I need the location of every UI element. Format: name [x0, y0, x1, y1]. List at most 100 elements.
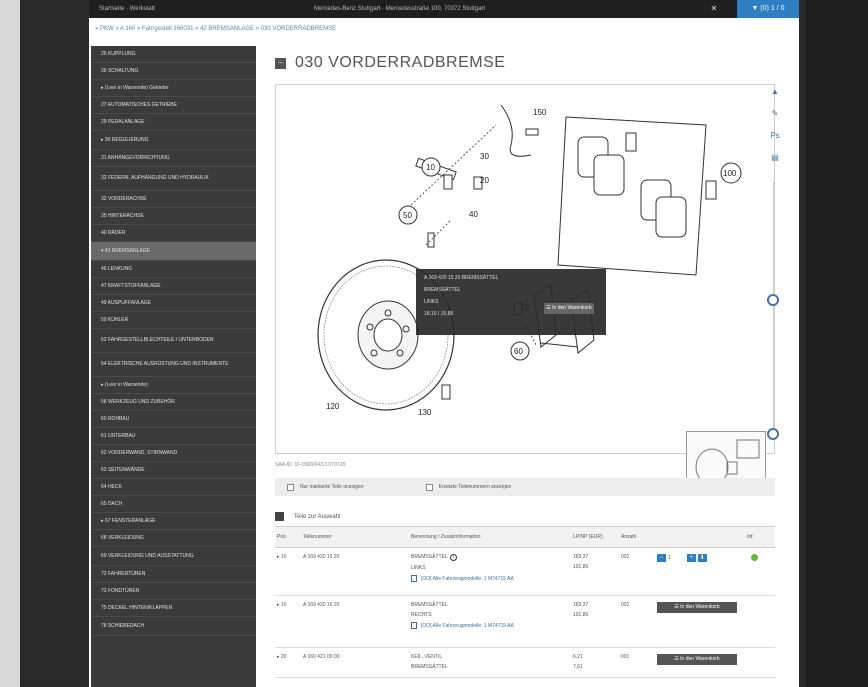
zoom-slider-track[interactable] — [773, 182, 775, 432]
sidebar-item[interactable]: 26 SCHALTUNG — [91, 63, 256, 80]
sidebar-item[interactable]: 52 FAHRGESTELLBLECHTEILE / UNTERBODEN — [91, 329, 256, 353]
edit-icon[interactable]: ✎ — [769, 108, 781, 120]
sidebar-item[interactable]: 60 ROHBAU — [91, 411, 256, 428]
row-desc-2: RECHTS — [411, 612, 432, 618]
sidebar-item[interactable]: 49 AUSPUFFANLAGE — [91, 295, 256, 312]
sidebar-item[interactable]: 31 ANHÄNGEVORRICHTUNG — [91, 150, 256, 167]
callout-30: 30 — [480, 152, 489, 161]
list-icon[interactable]: ▤ — [769, 152, 781, 164]
sidebar-item[interactable]: 40 RÄDER — [91, 225, 256, 242]
increment-button[interactable]: + — [686, 554, 696, 562]
saa-id: SAA-ID: 1F-0300/04/13 070728 — [275, 462, 346, 468]
sidebar-item[interactable]: ▸ (Leer in Warnende) Getriebe — [91, 80, 256, 97]
add-to-cart-button[interactable]: ☰ In den Warenkorb — [657, 654, 737, 665]
sidebar-item[interactable]: 58 WERKZEUG UND ZUBEHÖR — [91, 394, 256, 411]
monitor-bezel-right — [806, 0, 868, 687]
minus-icon[interactable]: − — [275, 57, 286, 69]
sidebar-item[interactable]: 61 UNTERBAU — [91, 428, 256, 445]
tooltip-add-to-cart-button[interactable]: ☰ In den Warenkorb — [544, 303, 594, 314]
callout-130: 130 — [418, 408, 432, 417]
sidebar-item[interactable]: 54 ELEKTRISCHE AUSRÜSTUNG UND INSTRUMENT… — [91, 353, 256, 377]
sidebar-item[interactable]: 68 VERKLEIDUNG — [91, 530, 256, 547]
sidebar-item[interactable]: 25 KUPPLUNG — [91, 46, 256, 63]
row-desc-1: KEIL, VENTIL — [411, 654, 443, 660]
sidebar-item[interactable]: 64 HECK — [91, 479, 256, 496]
sidebar-item[interactable]: 46 LENKUNG — [91, 261, 256, 278]
document-link-label[interactable]: [OO] Alle Fahrzeugmodelle: 1 M74715 AA — [421, 576, 514, 582]
close-icon[interactable]: ✕ — [709, 4, 719, 14]
sidebar-item[interactable]: 29 PEDALANLAGE — [91, 114, 256, 131]
filter-bar: Nur markierte Teile anzeigen Ersetzte Te… — [275, 478, 775, 496]
row-part-number[interactable]: A 169 420 16 20 — [303, 602, 411, 608]
row-desc-1: BREMSSÄTTEL — [411, 602, 448, 608]
sidebar-item[interactable]: 47 KRAFTSTOFFANLAGE — [91, 278, 256, 295]
checkbox-icon[interactable] — [287, 483, 294, 491]
collapse-icon[interactable] — [275, 512, 284, 521]
row-pos[interactable]: ▸ 20 — [275, 654, 303, 660]
col-part-number[interactable]: Teilenummer — [303, 534, 411, 540]
sidebar-item[interactable]: 65 DACH — [91, 496, 256, 513]
col-quantity[interactable]: Anzahl — [621, 534, 657, 540]
sidebar-item[interactable]: 35 HINTERACHSE — [91, 208, 256, 225]
info-icon[interactable]: i — [449, 554, 457, 561]
sidebar-item[interactable]: 73 FONDTÜREN — [91, 583, 256, 600]
sidebar-item[interactable]: 27 AUTOMATISCHES GETRIEBE — [91, 97, 256, 114]
row-price-list: 183,37 — [573, 554, 589, 560]
cart-button[interactable]: ▼ (0) 1 / 0 — [737, 0, 799, 18]
document-link[interactable]: [OO] Alle Fahrzeugmodelle: 1 M74715 AA — [411, 575, 573, 582]
table-row[interactable]: ▸ 10 A 169 420 16 20 BREMSSÄTTEL RECHTS … — [275, 596, 775, 648]
sidebar-item[interactable]: 62 VORDERWAND, STIRNWAND — [91, 445, 256, 462]
row-price: 183,37 191,86 — [573, 602, 621, 618]
col-price[interactable]: LP/NP (EUR) — [573, 534, 621, 540]
filter-replaced-checkbox[interactable]: Ersetzte Teilenummern anzeigen — [425, 483, 511, 491]
filter-marked-checkbox[interactable]: Nur markierte Teile anzeigen — [287, 483, 364, 491]
parts-section-header: Teile zur Auswahl — [275, 512, 340, 521]
col-info[interactable]: Inf. — [747, 534, 775, 540]
table-row[interactable]: ▸ 10 A 169 420 15 20 BREMSSÄTTEL i LINKS … — [275, 548, 775, 596]
pdf-icon[interactable]: Ps — [769, 130, 781, 142]
sidebar-item[interactable]: ▸ 30 REGULIERUNG — [91, 131, 256, 150]
callout-100: 100 — [723, 169, 737, 178]
sidebar-item[interactable]: ▸ 67 FENSTERANLAGE — [91, 513, 256, 530]
cart-icon[interactable]: ⬇ — [697, 554, 707, 562]
qty-value[interactable]: 1 — [668, 555, 671, 561]
col-description[interactable]: Benennung / Zusatzinformation — [411, 534, 573, 540]
sidebar-item[interactable]: 50 KÜHLER — [91, 312, 256, 329]
document-link[interactable]: [OO] Alle Fahrzeugmodelle: 1 M74715 AA — [411, 622, 573, 629]
add-to-cart-button[interactable]: ☰ In den Warenkorb — [657, 602, 737, 613]
topbar-dealer-text: Mercedes-Benz Stuttgart · Mercedesstraße… — [314, 6, 486, 12]
zoom-in-icon[interactable] — [767, 294, 779, 306]
row-part-number[interactable]: A 169 421 00 00 — [303, 654, 411, 660]
decrement-button[interactable]: − — [657, 554, 666, 562]
document-link-label[interactable]: [OO] Alle Fahrzeugmodelle: 1 M74715 AA — [421, 623, 514, 629]
callout-120: 120 — [326, 402, 340, 411]
sidebar-item[interactable]: ▸ (Leer in Warnende) — [91, 377, 256, 394]
zoom-out-icon[interactable] — [767, 428, 779, 440]
brake-pads — [557, 116, 717, 276]
sidebar-item[interactable]: 72 FAHRERTÜREN — [91, 566, 256, 583]
sidebar-item[interactable]: 75 DECKEL HINTEN/KLAPPEN — [91, 600, 256, 617]
sidebar-item[interactable]: 69 VERKLEIDUNG UND AUSSTATTUNG — [91, 547, 256, 566]
table-row[interactable]: ▸ 20 A 169 421 00 00 KEIL, VENTIL BREMSS… — [275, 648, 775, 678]
row-pos[interactable]: ▸ 10 — [275, 602, 303, 608]
sidebar-item[interactable]: 78 SCHIEBEDACH — [91, 617, 256, 636]
row-status — [747, 554, 775, 561]
row-part-number[interactable]: A 169 420 15 20 — [303, 554, 411, 560]
parts-header-label: Teile zur Auswahl — [294, 513, 341, 520]
callout-70: 60 — [514, 347, 523, 356]
row-pos[interactable]: ▸ 10 — [275, 554, 303, 560]
filter-marked-label: Nur markierte Teile anzeigen — [300, 484, 364, 490]
print-icon[interactable]: ▲ — [769, 86, 781, 98]
sidebar-item[interactable]: 33 VORDERACHSE — [91, 191, 256, 208]
checkbox-icon[interactable] — [425, 483, 433, 491]
breadcrumb[interactable]: » PKW » A 160 » Fahrgestell 168031 » 42 … — [95, 26, 336, 32]
topbar-left-text[interactable]: Startseite · Werkstatt — [99, 6, 155, 12]
sidebar-item[interactable]: 63 SEITENWÄNDE — [91, 462, 256, 479]
sidebar-item[interactable]: 32 FEDERN, AUFHÄNGUNG UND HYDRAULIK — [91, 167, 256, 191]
callout-10: 10 — [426, 163, 435, 172]
exploded-diagram[interactable]: 10 20 30 40 150 50 70 60 100 120 130 — [275, 84, 775, 486]
col-pos[interactable]: Pos. — [275, 534, 303, 540]
row-actions: −1 + ⬇ — [657, 554, 747, 562]
sidebar: 25 KUPPLUNG 26 SCHALTUNG ▸ (Leer in Warnen… — [91, 46, 256, 687]
sidebar-item[interactable]: ▾ 42 BREMSANLAGE — [91, 242, 256, 261]
